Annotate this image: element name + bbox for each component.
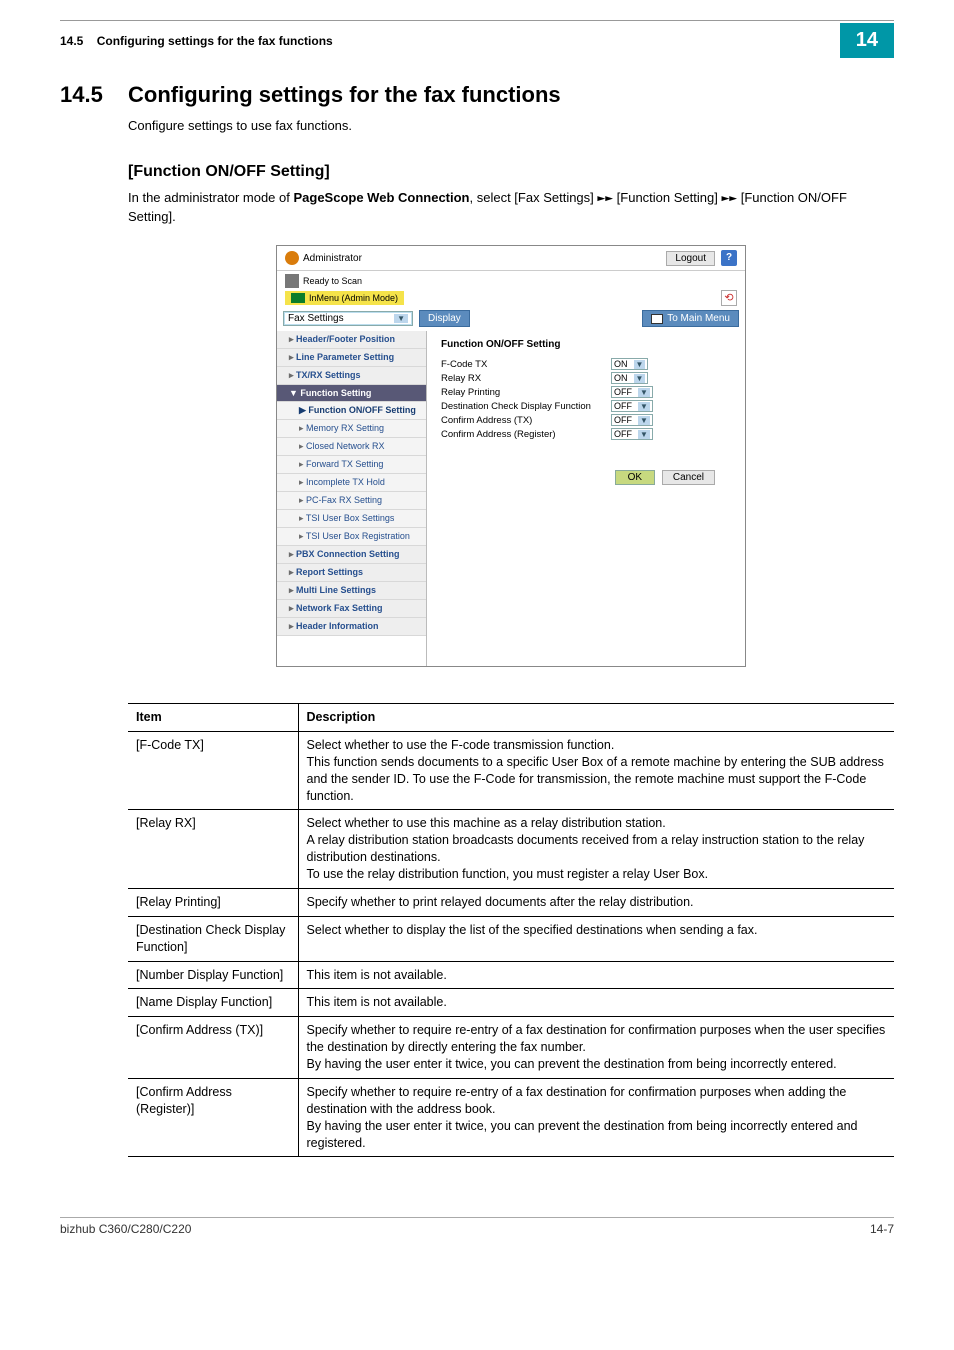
sidebar-item-line-parameter[interactable]: Line Parameter Setting	[277, 349, 426, 367]
sidebar-item-function-setting[interactable]: Function Setting	[277, 385, 426, 402]
field-select[interactable]: ON▼	[611, 372, 648, 384]
table-desc: This item is not available.	[298, 961, 894, 989]
table-item: [Confirm Address (TX)]	[128, 1017, 298, 1079]
sidebar-item-header-info[interactable]: Header Information	[277, 618, 426, 636]
table-item: [Name Display Function]	[128, 989, 298, 1017]
chevron-down-icon: ▼	[634, 360, 646, 369]
breadcrumb: 14.5 Configuring settings for the fax fu…	[60, 34, 840, 48]
status-ready: Ready to Scan	[303, 276, 362, 286]
table-desc: Specify whether to require re-entry of a…	[298, 1078, 894, 1157]
table-item: [Relay RX]	[128, 810, 298, 889]
chevron-down-icon: ▼	[638, 402, 650, 411]
field-label: Relay RX	[441, 373, 611, 384]
table-head-item: Item	[128, 704, 298, 732]
table-desc: This item is not available.	[298, 989, 894, 1017]
sidebar-item-pbx[interactable]: PBX Connection Setting	[277, 546, 426, 564]
sidebar-item-function-onoff[interactable]: Function ON/OFF Setting	[277, 402, 426, 420]
field-label: Confirm Address (Register)	[441, 429, 611, 440]
section-number: 14.5	[60, 82, 128, 108]
status-menu-mode: InMenu (Admin Mode)	[285, 291, 404, 305]
field-label: Confirm Address (TX)	[441, 415, 611, 426]
panel-title: Function ON/OFF Setting	[441, 339, 735, 350]
subsection-heading: [Function ON/OFF Setting]	[128, 163, 894, 181]
sidebar-item-header-footer[interactable]: Header/Footer Position	[277, 331, 426, 349]
field-select[interactable]: OFF▼	[611, 400, 653, 412]
sidebar-item-txrx[interactable]: TX/RX Settings	[277, 367, 426, 385]
chevron-down-icon: ▼	[638, 388, 650, 397]
sidebar-item-closed-network[interactable]: Closed Network RX	[277, 438, 426, 456]
table-item: [Destination Check Display Function]	[128, 916, 298, 961]
mfp-icon	[291, 293, 305, 303]
cancel-button[interactable]: Cancel	[662, 470, 715, 485]
sidebar-item-network-fax[interactable]: Network Fax Setting	[277, 600, 426, 618]
menu-icon	[651, 314, 663, 324]
chapter-badge: 14	[840, 23, 894, 58]
help-button[interactable]: ?	[721, 250, 737, 266]
subsection-desc: In the administrator mode of PageScope W…	[128, 189, 894, 225]
description-table: Item Description [F-Code TX]Select wheth…	[128, 703, 894, 1157]
field-select[interactable]: OFF▼	[611, 428, 653, 440]
table-desc: Specify whether to print relayed documen…	[298, 888, 894, 916]
sidebar-item-multi-line[interactable]: Multi Line Settings	[277, 582, 426, 600]
administrator-label: Administrator	[285, 251, 362, 265]
field-label: F-Code TX	[441, 359, 611, 370]
chevron-down-icon: ▼	[634, 374, 646, 383]
display-button[interactable]: Display	[419, 310, 470, 327]
sidebar-item-forward-tx[interactable]: Forward TX Setting	[277, 456, 426, 474]
table-desc: Select whether to use this machine as a …	[298, 810, 894, 889]
user-icon	[285, 251, 299, 265]
field-select[interactable]: ON▼	[611, 358, 648, 370]
sidebar-navigation: Header/Footer Position Line Parameter Se…	[277, 331, 427, 666]
logout-button[interactable]: Logout	[666, 251, 715, 266]
category-select[interactable]: Fax Settings ▼	[283, 311, 413, 326]
ok-button[interactable]: OK	[615, 470, 655, 485]
table-item: [Relay Printing]	[128, 888, 298, 916]
footer-model: bizhub C360/C280/C220	[60, 1222, 191, 1236]
to-main-menu-button[interactable]: To Main Menu	[642, 310, 739, 327]
table-item: [Confirm Address (Register)]	[128, 1078, 298, 1157]
footer-page: 14-7	[870, 1222, 894, 1236]
chevron-down-icon: ▼	[638, 430, 650, 439]
field-label: Destination Check Display Function	[441, 401, 611, 412]
section-intro: Configure settings to use fax functions.	[128, 118, 894, 133]
section-title: Configuring settings for the fax functio…	[128, 82, 561, 108]
printer-icon	[285, 274, 299, 288]
sidebar-item-pcfax-rx[interactable]: PC-Fax RX Setting	[277, 492, 426, 510]
chevron-down-icon: ▼	[394, 314, 408, 323]
sidebar-item-report[interactable]: Report Settings	[277, 564, 426, 582]
table-head-desc: Description	[298, 704, 894, 732]
refresh-button[interactable]: ⟲	[721, 290, 737, 306]
sidebar-item-tsi-box[interactable]: TSI User Box Settings	[277, 510, 426, 528]
field-label: Relay Printing	[441, 387, 611, 398]
table-item: [Number Display Function]	[128, 961, 298, 989]
sidebar-item-tsi-reg[interactable]: TSI User Box Registration	[277, 528, 426, 546]
table-desc: Select whether to use the F-code transmi…	[298, 731, 894, 810]
table-desc: Specify whether to require re-entry of a…	[298, 1017, 894, 1079]
field-select[interactable]: OFF▼	[611, 414, 653, 426]
field-select[interactable]: OFF▼	[611, 386, 653, 398]
screenshot-panel: Administrator Logout ? Ready to Scan InM…	[276, 245, 746, 667]
sidebar-item-memory-rx[interactable]: Memory RX Setting	[277, 420, 426, 438]
table-desc: Select whether to display the list of th…	[298, 916, 894, 961]
sidebar-item-incomplete-tx[interactable]: Incomplete TX Hold	[277, 474, 426, 492]
table-item: [F-Code TX]	[128, 731, 298, 810]
chevron-down-icon: ▼	[638, 416, 650, 425]
